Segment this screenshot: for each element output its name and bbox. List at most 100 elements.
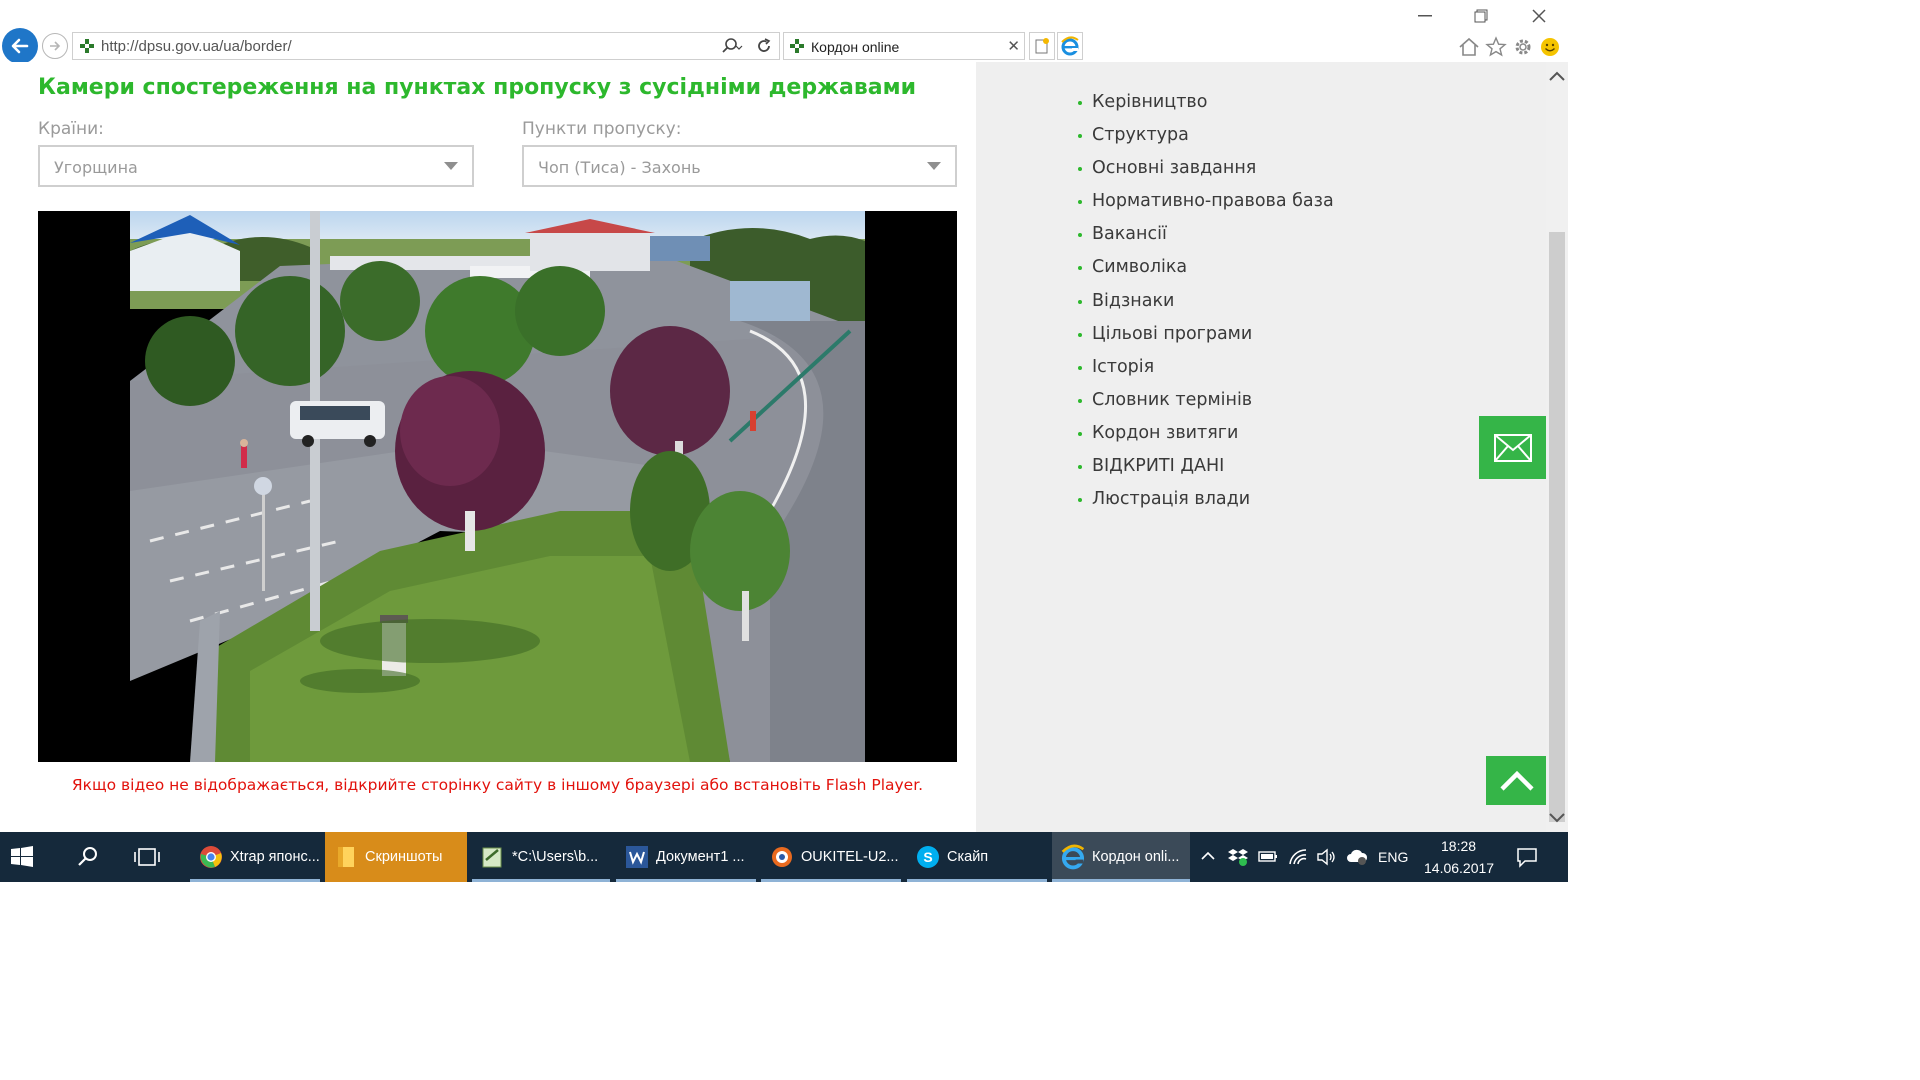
checkpoints-select[interactable]: Чоп (Тиса) - Захонь [522, 145, 957, 187]
camera-video-player[interactable] [38, 211, 957, 762]
sidebar-menu-item-label[interactable]: Нормативно-правова база [1092, 191, 1334, 211]
bullet-dot-icon [1078, 167, 1082, 172]
taskbar-app-skype[interactable]: S Скайп [907, 832, 1047, 882]
running-indicator [907, 879, 1047, 882]
sidebar-menu-item-label[interactable]: Символіка [1092, 257, 1187, 277]
taskbar-app-chrome[interactable]: Xtrap японс... [190, 832, 320, 882]
bullet-dot-icon [1078, 398, 1082, 403]
sidebar-menu-item-label[interactable]: Люстрація влади [1092, 489, 1250, 509]
chevron-down-icon [444, 162, 458, 170]
taskbar-app-folder[interactable]: Скриншоты [325, 832, 467, 882]
bullet-dot-icon [1078, 431, 1082, 436]
flash-player-notice: Якщо відео не відображається, відкрийте … [71, 776, 924, 794]
show-hidden-icons-chevron-icon[interactable] [1200, 848, 1216, 868]
sidebar-menu-item-label[interactable]: Вакансії [1092, 224, 1167, 244]
taskbar-app-label: Скайп [947, 849, 989, 865]
arrow-right-icon [50, 41, 61, 51]
feedback-smiley-icon[interactable] [1539, 36, 1561, 58]
new-tab-button[interactable] [1029, 32, 1055, 60]
running-indicator [616, 879, 756, 882]
minimize-button[interactable] [1410, 6, 1440, 26]
countries-select[interactable]: Угорщина [38, 145, 474, 187]
main-content: Камери спостереження на пунктах пропуску… [0, 62, 976, 832]
checkpoints-label: Пункти пропуску: [522, 119, 682, 139]
browser-chrome: http://dpsu.gov.ua/ua/border/ Кордон onl… [0, 0, 1568, 64]
sidebar-menu-item-label[interactable]: Історія [1092, 357, 1154, 377]
new-tab-icon [1035, 38, 1049, 54]
running-indicator [1052, 879, 1190, 882]
battery-icon[interactable] [1258, 848, 1278, 868]
countries-selected-value: Угорщина [54, 158, 138, 177]
word-icon [624, 844, 650, 870]
refresh-icon[interactable] [755, 37, 773, 59]
language-indicator[interactable]: ENG [1378, 849, 1408, 865]
chevron-down-icon [927, 162, 941, 170]
taskbar-app-label: Скриншоты [365, 849, 443, 865]
windows-start-icon[interactable] [10, 845, 34, 873]
scroll-up-arrow-icon[interactable] [1546, 66, 1568, 86]
taskbar-app-label: *C:\Users\b... [512, 849, 599, 865]
address-bar[interactable]: http://dpsu.gov.ua/ua/border/ [72, 32, 780, 60]
sidebar: Керівництво Структура Основні завдання Норм… [976, 62, 1547, 832]
bullet-dot-icon [1078, 299, 1082, 304]
address-url[interactable]: http://dpsu.gov.ua/ua/border/ [101, 38, 292, 55]
taskbar-app-notepad[interactable]: *C:\Users\b... [472, 832, 610, 882]
site-favicon-icon [79, 38, 95, 58]
running-indicator [761, 879, 901, 882]
sidebar-menu-item-label[interactable]: Кордон звитяги [1092, 423, 1238, 443]
tab-title: Кордон online [811, 39, 900, 55]
restore-button[interactable] [1466, 6, 1496, 26]
close-window-button[interactable] [1524, 6, 1554, 26]
clock-time[interactable]: 18:28 [1441, 838, 1476, 854]
sidebar-menu-item-label[interactable]: Відзнаки [1092, 291, 1174, 311]
bullet-dot-icon [1078, 101, 1082, 105]
taskbar-app-label: OUKITEL-U2... [801, 849, 899, 865]
sidebar-menu-item-label[interactable]: Основні завдання [1092, 158, 1256, 178]
task-view-icon[interactable] [133, 846, 161, 872]
bullet-dot-icon [1078, 233, 1082, 238]
forward-button[interactable] [42, 33, 68, 59]
tab-favicon-icon [789, 38, 805, 58]
vertical-scrollbar[interactable] [1546, 62, 1568, 832]
ie-icon [1060, 844, 1086, 870]
envelope-icon [1493, 433, 1532, 462]
wifi-icon[interactable] [1288, 848, 1308, 870]
settings-gear-icon[interactable] [1512, 36, 1534, 58]
volume-icon[interactable] [1316, 848, 1336, 870]
notepad-icon [480, 844, 506, 870]
action-center-icon[interactable] [1516, 846, 1538, 872]
back-button[interactable] [2, 28, 38, 64]
favorites-star-icon[interactable] [1485, 36, 1507, 58]
clock-date[interactable]: 14.06.2017 [1424, 860, 1494, 876]
taskbar-app-word[interactable]: Документ1 ... [616, 832, 756, 882]
scroll-to-top-button[interactable] [1486, 756, 1547, 805]
sidebar-menu-item-label[interactable]: ВІДКРИТІ ДАНІ [1092, 456, 1224, 476]
bullet-dot-icon [1078, 365, 1082, 370]
sidebar-menu-item-label[interactable]: Керівництво [1092, 92, 1207, 112]
sidebar-menu-item-label[interactable]: Структура [1092, 125, 1189, 145]
sidebar-menu-item-label[interactable]: Словник термінів [1092, 390, 1252, 410]
folder-icon [333, 844, 359, 870]
taskbar-app-label: Кордон onli... [1092, 849, 1180, 865]
onedrive-cloud-icon[interactable] [1346, 848, 1368, 870]
chevron-up-icon [1499, 770, 1534, 791]
countries-label: Країни: [38, 119, 104, 139]
page-title: Камери спостереження на пунктах пропуску… [38, 75, 917, 100]
scroll-down-arrow-icon[interactable] [1546, 808, 1568, 828]
windows-taskbar: Xtrap японс... Скриншоты *C:\Users\b... … [0, 832, 1568, 882]
home-icon[interactable] [1458, 36, 1480, 58]
sidebar-menu-item-label[interactable]: Цільові програми [1092, 324, 1252, 344]
search-icon[interactable] [76, 845, 100, 873]
close-tab-icon[interactable]: ✕ [1007, 37, 1020, 55]
taskbar-app-oukitel[interactable]: OUKITEL-U2... [761, 832, 901, 882]
arrow-left-icon [11, 38, 29, 54]
tab-kordon-online[interactable]: Кордон online ✕ [783, 32, 1025, 60]
taskbar-app-ie[interactable]: Кордон onli... [1052, 832, 1190, 882]
scrollbar-thumb[interactable] [1549, 232, 1565, 822]
mail-button[interactable] [1479, 416, 1546, 479]
dropbox-sync-icon[interactable] [1228, 848, 1248, 870]
ie-logo-icon[interactable] [1057, 32, 1083, 60]
taskbar-app-label: Xtrap японс... [230, 849, 320, 865]
search-dropdown-icon[interactable] [721, 37, 743, 59]
bullet-dot-icon [1078, 332, 1082, 337]
